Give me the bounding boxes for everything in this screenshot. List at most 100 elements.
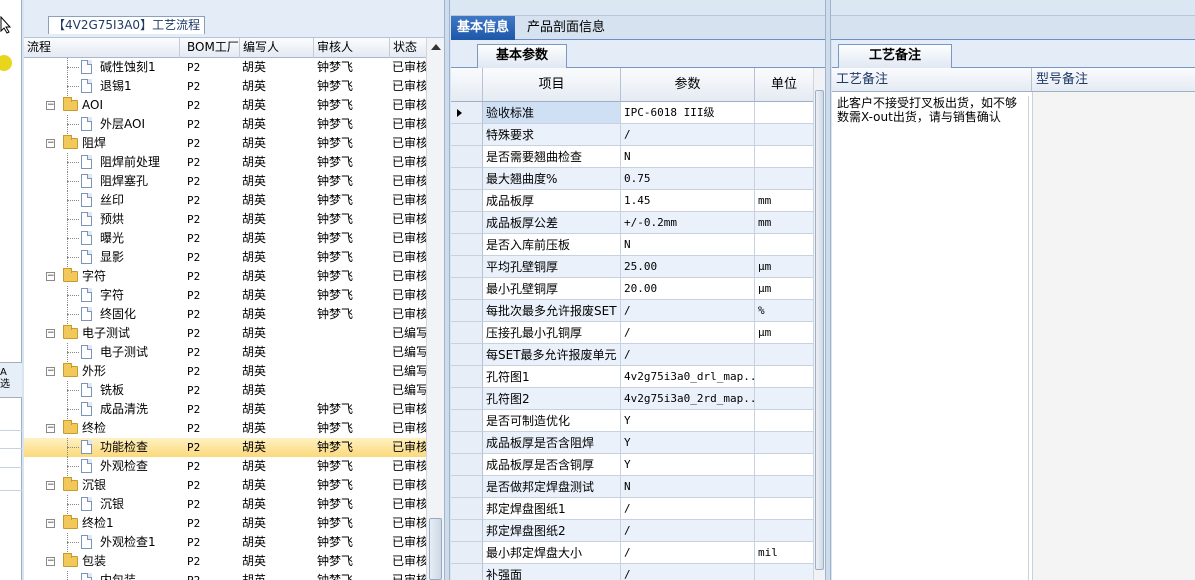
tree-row[interactable]: 丝印 P2 胡英 钟梦飞 已审核 [24, 191, 426, 210]
scroll-up-icon[interactable] [431, 44, 441, 50]
param-value[interactable]: / [621, 344, 755, 366]
param-value[interactable]: IPC-6018 III级 [621, 102, 755, 124]
col-value[interactable]: 参数 [621, 68, 755, 102]
param-row[interactable]: 最大翘曲度% 0.75 [451, 168, 813, 190]
top-grip-bar[interactable] [451, 0, 1195, 16]
row-header[interactable] [451, 256, 483, 278]
tab-basic-info[interactable]: 基本信息 [451, 16, 516, 40]
row-header[interactable] [451, 168, 483, 190]
tree-row[interactable]: 沉银 P2 胡英 钟梦飞 已审核 [24, 495, 426, 514]
collapse-icon[interactable]: − [46, 424, 55, 433]
tree-row[interactable]: 预烘 P2 胡英 钟梦飞 已审核 [24, 210, 426, 229]
row-header[interactable] [451, 366, 483, 388]
tab-process-notes[interactable]: 工艺备注 [838, 44, 953, 68]
tree-row[interactable]: 外观检查1 P2 胡英 钟梦飞 已审核 [24, 533, 426, 552]
col-process[interactable]: 流程 [24, 38, 180, 58]
tree-row[interactable]: 电子测试 P2 胡英 已编写 [24, 343, 426, 362]
process-notes-text[interactable]: 此客户不接受打叉板出货，如不够数需X-out出货，请与销售确认 [835, 96, 1029, 580]
collapse-icon[interactable]: − [46, 139, 55, 148]
tree-row[interactable]: − 字符 P2 胡英 钟梦飞 已审核 [24, 267, 426, 286]
collapse-icon[interactable]: − [46, 101, 55, 110]
param-value[interactable]: Y [621, 432, 755, 454]
row-header[interactable] [451, 278, 483, 300]
param-row[interactable]: 孔符图1 4v2g75i3a0_drl_map... [451, 366, 813, 388]
param-value[interactable]: 1.45 [621, 190, 755, 212]
tree-row[interactable]: − 终检1 P2 胡英 钟梦飞 已审核 [24, 514, 426, 533]
col-model-notes[interactable]: 型号备注 [1032, 68, 1195, 92]
tree-row[interactable]: − AOI P2 胡英 钟梦飞 已审核 [24, 96, 426, 115]
row-header[interactable] [451, 410, 483, 432]
param-row[interactable]: 每SET最多允许报废单元 / [451, 344, 813, 366]
param-value[interactable]: Y [621, 454, 755, 476]
param-value[interactable]: Y [621, 410, 755, 432]
param-row[interactable]: 邦定焊盘图纸2/ [451, 520, 813, 542]
row-header[interactable] [451, 234, 483, 256]
tree-row[interactable]: 阻焊塞孔 P2 胡英 钟梦飞 已审核 [24, 172, 426, 191]
row-header[interactable] [451, 190, 483, 212]
tab-basic-params[interactable]: 基本参数 [477, 44, 568, 68]
row-header[interactable] [451, 564, 483, 580]
param-value[interactable]: 4v2g75i3a0_drl_map... [621, 366, 755, 388]
params-scrollbar[interactable] [813, 68, 825, 580]
param-value[interactable]: 25.00 [621, 256, 755, 278]
tree-row[interactable]: 曝光 P2 胡英 钟梦飞 已审核 [24, 229, 426, 248]
tree-row[interactable]: 终固化 P2 胡英 钟梦飞 已审核 [24, 305, 426, 324]
param-value[interactable]: N [621, 234, 755, 256]
param-row[interactable]: 平均孔壁铜厚 25.00 μm [451, 256, 813, 278]
row-header[interactable] [451, 476, 483, 498]
row-header[interactable] [451, 322, 483, 344]
param-row[interactable]: 是否需要翘曲检查 N [451, 146, 813, 168]
tree-row[interactable]: 铣板 P2 胡英 已编写 [24, 381, 426, 400]
tree-row[interactable]: − 终检 P2 胡英 钟梦飞 已审核 [24, 419, 426, 438]
row-header[interactable] [451, 300, 483, 322]
row-header[interactable] [451, 432, 483, 454]
param-value[interactable]: 4v2g75i3a0_2rd_map... [621, 388, 755, 410]
param-value[interactable]: 20.00 [621, 278, 755, 300]
collapse-icon[interactable]: − [46, 519, 55, 528]
tree-title-tab[interactable]: 【4V2G75I3A0】工艺流程 [48, 16, 206, 34]
param-row[interactable]: 成品板厚公差 +/-0.2mm mm [451, 212, 813, 234]
row-header[interactable] [451, 388, 483, 410]
col-item[interactable]: 项目 [483, 68, 621, 102]
param-value[interactable]: / [621, 322, 755, 344]
param-row[interactable]: 成品板厚是否含铜厚 Y [451, 454, 813, 476]
param-row[interactable]: 每批次最多允许报废SET /% [451, 300, 813, 322]
param-row[interactable]: 特殊要求 / [451, 124, 813, 146]
row-header[interactable] [451, 344, 483, 366]
param-row[interactable]: 是否可制造优化 Y [451, 410, 813, 432]
tree-row[interactable]: 碱性蚀刻1 P2 胡英 钟梦飞 已审核 [24, 58, 426, 77]
col-writer[interactable]: 编写人 [240, 38, 314, 58]
scroll-thumb[interactable] [429, 518, 442, 580]
tree-row[interactable]: 外层AOI P2 胡英 钟梦飞 已审核 [24, 115, 426, 134]
param-value[interactable]: / [621, 564, 755, 580]
row-header[interactable] [451, 498, 483, 520]
param-row[interactable]: 压接孔最小孔铜厚 / μm [451, 322, 813, 344]
param-row[interactable]: 孔符图2 4v2g75i3a0_2rd_map... [451, 388, 813, 410]
param-value[interactable]: / [621, 498, 755, 520]
col-status[interactable]: 状态 [390, 38, 426, 58]
param-row[interactable]: 补强面 / [451, 564, 813, 580]
param-row[interactable]: 成品板厚 1.45 mm [451, 190, 813, 212]
collapse-icon[interactable]: − [46, 481, 55, 490]
param-value[interactable]: / [621, 124, 755, 146]
model-notes-cell[interactable] [1032, 92, 1195, 580]
tab-product-section[interactable]: 产品剖面信息 [521, 16, 611, 40]
panel-splitter[interactable] [444, 0, 450, 580]
param-row[interactable]: 成品板厚是否含阻焊 Y [451, 432, 813, 454]
collapse-icon[interactable]: − [46, 367, 55, 376]
param-row[interactable]: 是否做邦定焊盘测试 N [451, 476, 813, 498]
col-unit[interactable]: 单位 [755, 68, 813, 102]
collapse-icon[interactable]: − [46, 329, 55, 338]
tree-row[interactable]: 功能检查 P2 胡英 钟梦飞 已审核 [24, 438, 426, 457]
panel-splitter-2[interactable] [825, 0, 831, 580]
param-row[interactable]: 邦定焊盘图纸1/ [451, 498, 813, 520]
tree-row[interactable]: − 阻焊 P2 胡英 钟梦飞 已审核 [24, 134, 426, 153]
params-scroll-thumb[interactable] [815, 90, 824, 570]
tree-row[interactable]: − 包装 P2 胡英 钟梦飞 已审核 [24, 552, 426, 571]
row-header[interactable] [451, 212, 483, 234]
row-header[interactable] [451, 542, 483, 564]
tree-row[interactable]: 外观检查 P2 胡英 钟梦飞 已审核 [24, 457, 426, 476]
tree-row[interactable]: 字符 P2 胡英 钟梦飞 已审核 [24, 286, 426, 305]
param-row[interactable]: 最小邦定焊盘大小 / mil [451, 542, 813, 564]
tree-row[interactable]: 显影 P2 胡英 钟梦飞 已审核 [24, 248, 426, 267]
